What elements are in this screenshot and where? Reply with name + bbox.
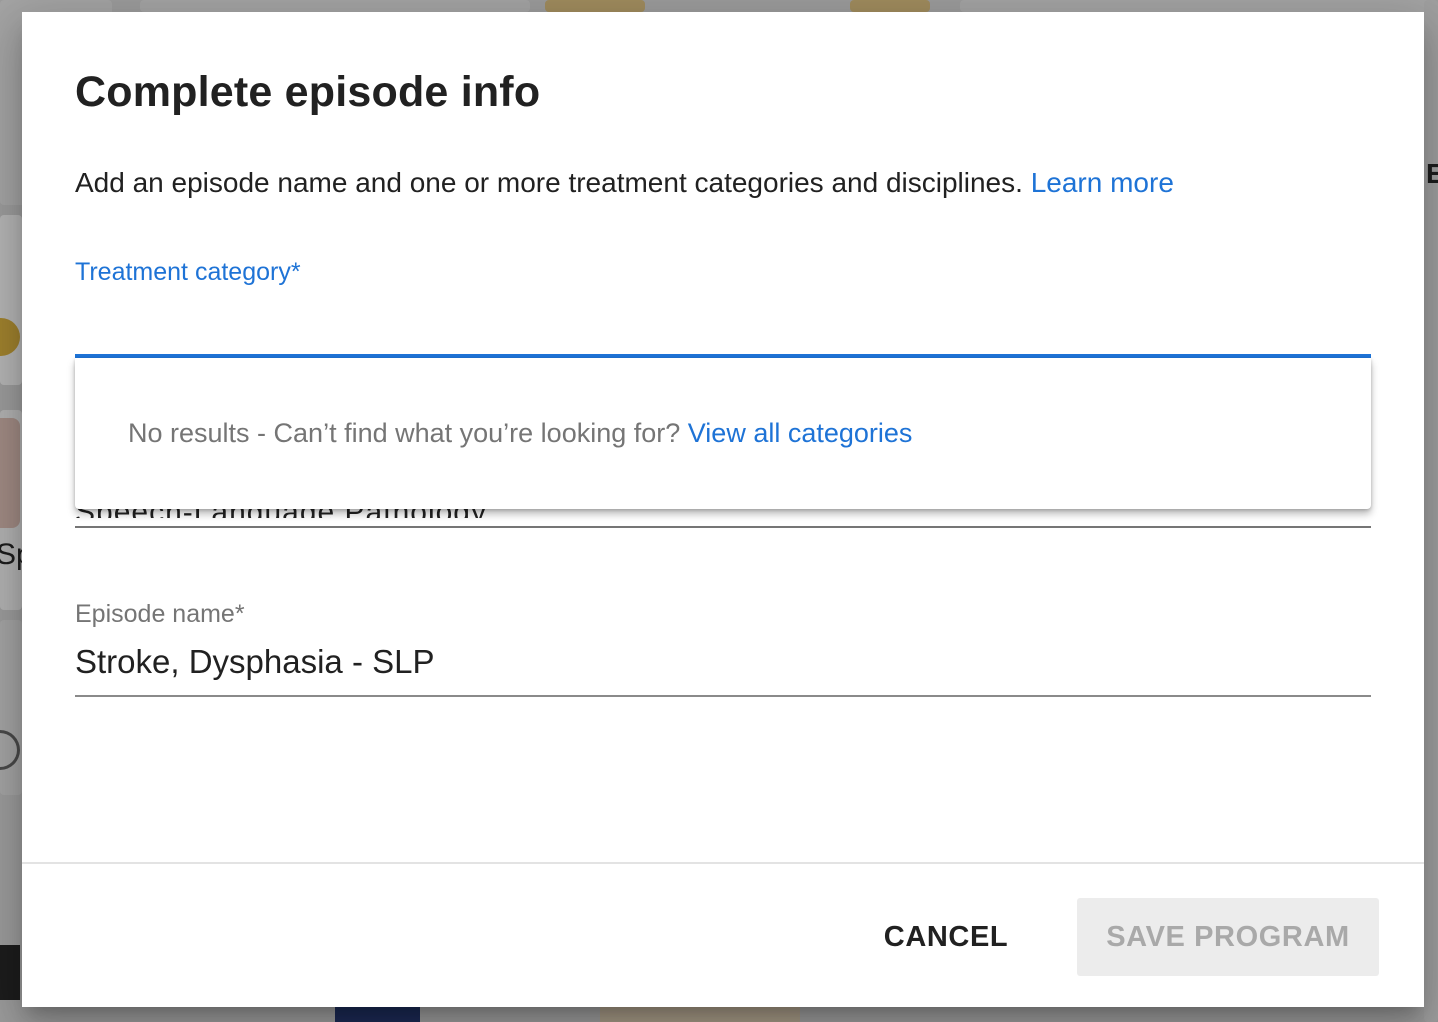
complete-episode-dialog: Complete episode info Add an episode nam… xyxy=(22,12,1424,1007)
learn-more-link[interactable]: Learn more xyxy=(1031,167,1174,198)
no-results-text: No results - Can’t find what you’re look… xyxy=(128,418,681,448)
background-card xyxy=(960,0,1438,12)
treatment-category-input[interactable] xyxy=(75,298,1371,358)
background-card xyxy=(140,0,530,12)
dialog-actions-divider xyxy=(22,862,1424,864)
dialog-description: Add an episode name and one or more trea… xyxy=(75,167,1174,199)
episode-name-input[interactable]: Stroke, Dysphasia - SLP xyxy=(75,643,435,681)
episode-name-label: Episode name* xyxy=(75,600,245,628)
save-program-button[interactable]: SAVE PROGRAM xyxy=(1077,898,1379,976)
discipline-underline xyxy=(75,526,1371,528)
dialog-title: Complete episode info xyxy=(75,68,541,116)
background-image xyxy=(0,945,20,1000)
treatment-category-label: Treatment category* xyxy=(75,258,301,286)
treatment-category-dropdown: No results - Can’t find what you’re look… xyxy=(75,358,1371,509)
cancel-button[interactable]: CANCEL xyxy=(860,898,1032,976)
dialog-description-text: Add an episode name and one or more trea… xyxy=(75,167,1023,198)
background-image xyxy=(335,1007,420,1022)
episode-name-underline xyxy=(75,695,1371,697)
background-card xyxy=(850,0,930,12)
view-all-categories-link[interactable]: View all categories xyxy=(688,418,913,448)
background-card xyxy=(0,215,22,385)
background-card xyxy=(545,0,645,12)
background-text: E xyxy=(1426,158,1438,189)
no-results-message: No results - Can’t find what you’re look… xyxy=(128,418,912,449)
background-image xyxy=(0,418,20,528)
background-card xyxy=(1424,0,1438,1022)
background-image xyxy=(600,1007,800,1022)
